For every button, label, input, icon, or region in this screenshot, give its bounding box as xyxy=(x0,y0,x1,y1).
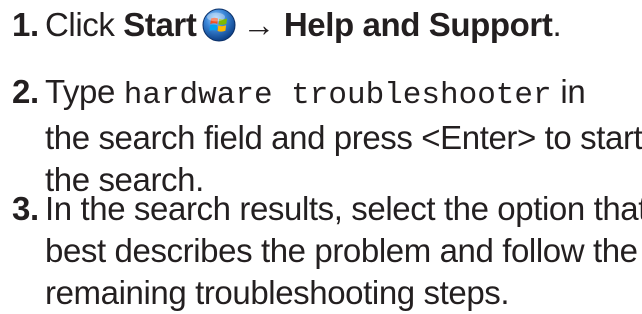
step-2-line-2: the search field and press <Enter> to st… xyxy=(45,119,642,156)
start-label: Start xyxy=(123,6,197,43)
click-label: Click xyxy=(45,6,124,43)
step-1-line: Click Start → Help and Support. xyxy=(45,4,642,46)
search-query-code: hardware troubleshooter xyxy=(123,78,552,113)
in-label: in xyxy=(560,73,586,110)
step-3-line-2: best describes the problem and follow th… xyxy=(45,232,638,269)
step-3-text: In the search results, select the option… xyxy=(45,188,642,314)
step-1-text: Click Start → Help and Support. xyxy=(45,4,642,46)
windows-start-orb-icon xyxy=(202,8,236,42)
type-label: Type xyxy=(45,73,115,110)
step-number: 2. xyxy=(12,73,39,110)
step-number: 1. xyxy=(12,6,39,43)
step-3-line-3: remaining troubleshooting steps. xyxy=(45,274,510,311)
arrow-glyph: → xyxy=(242,6,276,43)
period: . xyxy=(552,6,562,43)
step-2-line-1: Type hardware troubleshooter in xyxy=(45,71,642,117)
step-number: 3. xyxy=(12,190,39,227)
step-3-line-1: In the search results, select the option… xyxy=(45,190,642,227)
step-2-text: Type hardware troubleshooter in the sear… xyxy=(45,71,642,201)
help-and-support-label: Help and Support xyxy=(283,6,553,43)
